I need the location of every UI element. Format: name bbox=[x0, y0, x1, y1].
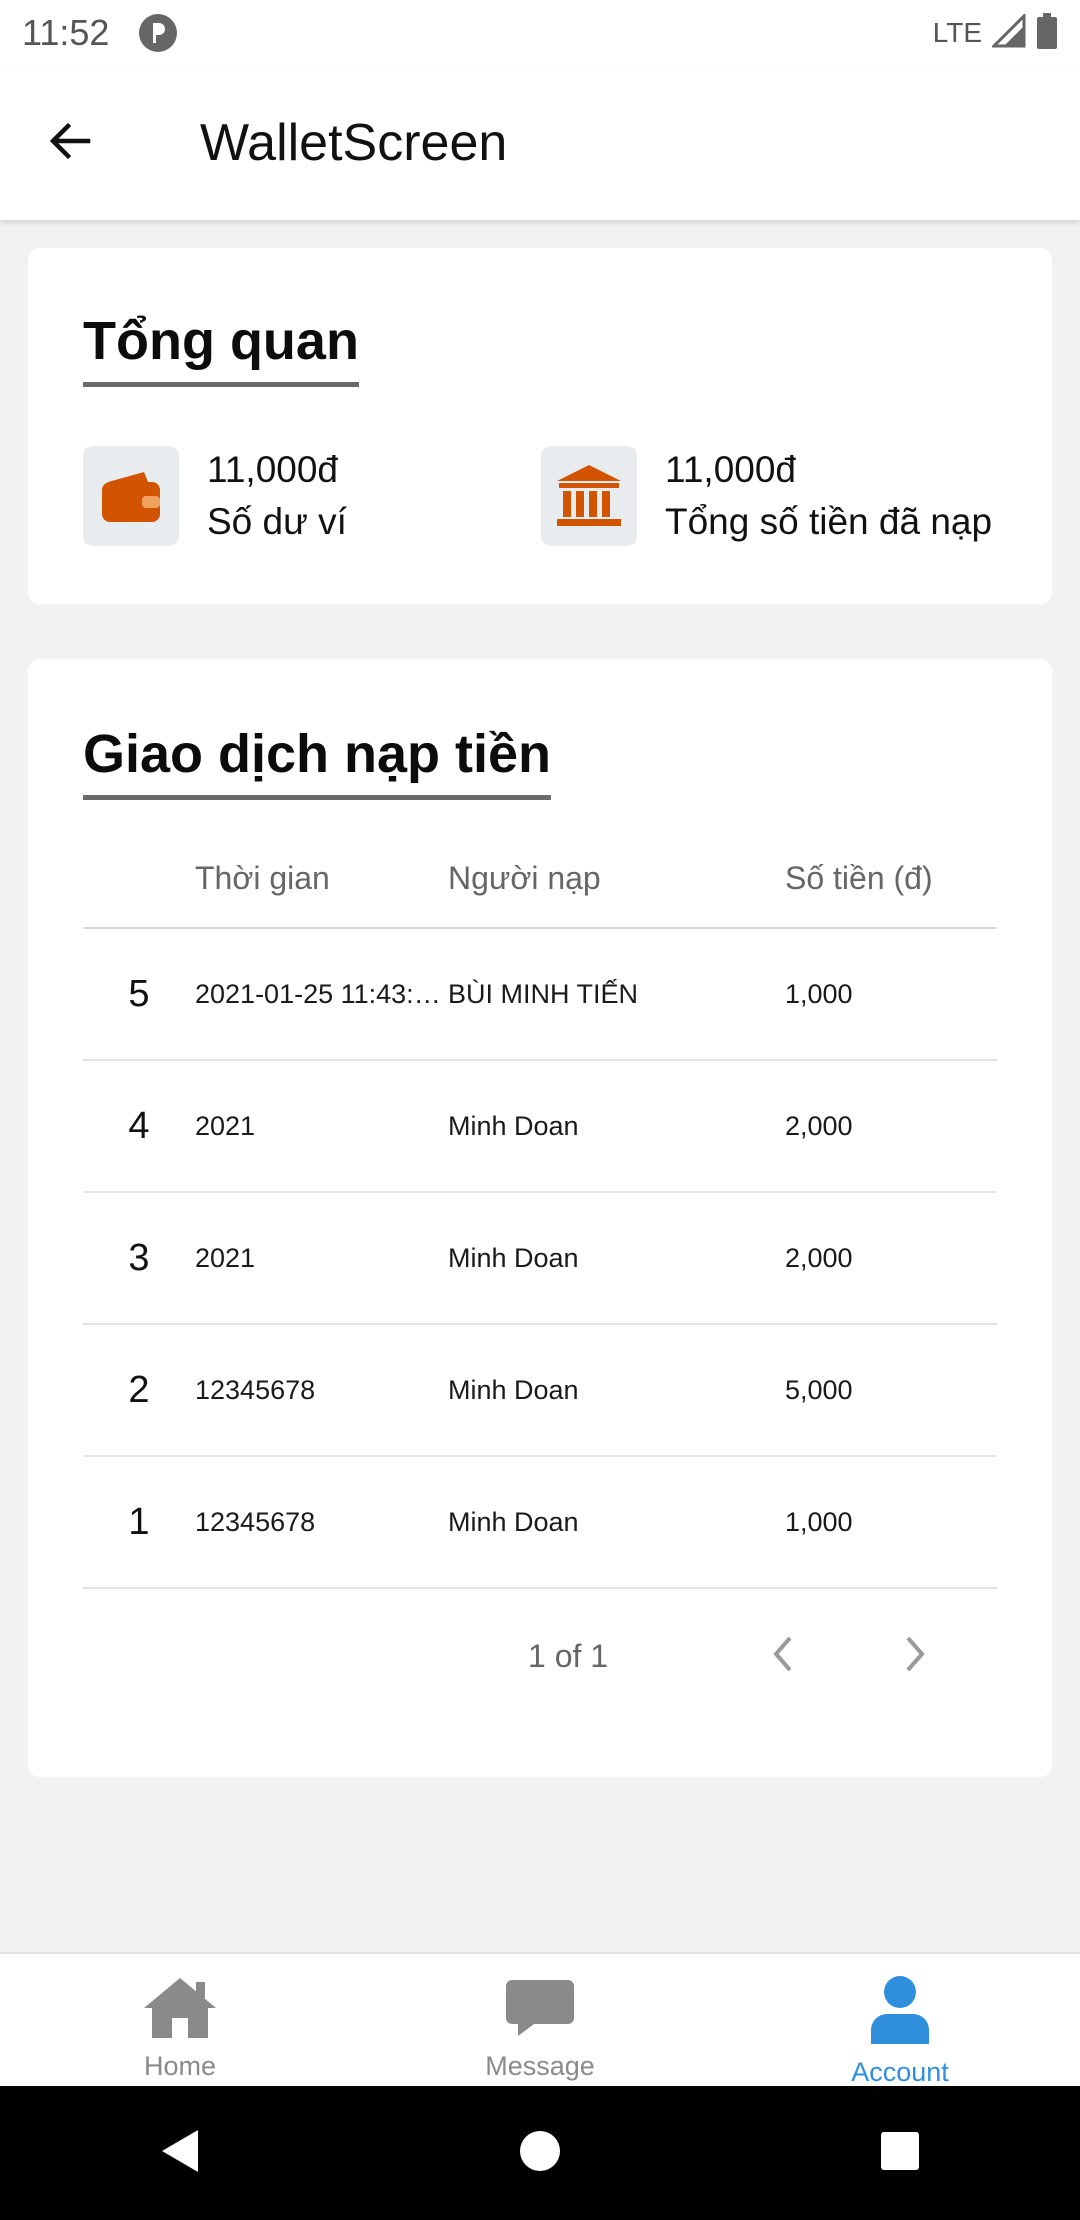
chevron-right-icon bbox=[900, 1634, 930, 1679]
app-bar: WalletScreen bbox=[0, 66, 1080, 220]
table-row[interactable]: 4 2021 Minh Doan 2,000 bbox=[83, 1061, 997, 1193]
system-back-button[interactable] bbox=[120, 2093, 240, 2213]
row-user: Minh Doan bbox=[448, 1506, 579, 1537]
status-bar: 11:52 LTE bbox=[0, 0, 1080, 66]
battery-icon bbox=[1036, 12, 1058, 54]
row-index: 1 bbox=[128, 1500, 150, 1543]
message-icon bbox=[504, 1974, 576, 2045]
row-time: 2021 bbox=[195, 1110, 256, 1141]
circle-home-icon bbox=[518, 2129, 562, 2178]
nav-account-label: Account bbox=[851, 2057, 949, 2087]
row-time: 2021 bbox=[195, 1242, 256, 1273]
row-amount: 2,000 bbox=[785, 1242, 853, 1273]
wallet-balance-stat: 11,000đ Số dư ví bbox=[83, 444, 347, 548]
total-deposit-stat: 11,000đ Tổng số tiền đã nạp bbox=[541, 444, 992, 548]
app-notification-icon bbox=[139, 14, 178, 52]
nav-home[interactable]: Home bbox=[0, 1954, 360, 2086]
system-nav-bar bbox=[0, 2086, 1080, 2220]
table-row[interactable]: 3 2021 Minh Doan 2,000 bbox=[83, 1193, 997, 1325]
home-icon bbox=[140, 1974, 220, 2045]
nav-message[interactable]: Message bbox=[360, 1954, 720, 2086]
row-user: BÙI MINH TIẾN bbox=[448, 978, 639, 1009]
square-recents-icon bbox=[879, 2130, 921, 2177]
total-deposit-label: Tổng số tiền đã nạp bbox=[665, 501, 993, 542]
row-index: 2 bbox=[128, 1368, 150, 1411]
row-amount: 2,000 bbox=[785, 1110, 853, 1141]
chevron-left-icon bbox=[768, 1634, 798, 1679]
row-time: 2021-01-25 11:43:00 bbox=[195, 978, 444, 1009]
triangle-back-icon bbox=[158, 2126, 202, 2181]
wallet-balance-value: 11,000đ bbox=[207, 449, 338, 490]
header-time: Thời gian bbox=[195, 859, 330, 896]
row-index: 3 bbox=[128, 1236, 150, 1279]
network-type: LTE bbox=[932, 17, 982, 48]
previous-page-button[interactable] bbox=[753, 1626, 813, 1686]
wallet-icon bbox=[83, 446, 179, 546]
bottom-nav: Home Message Account bbox=[0, 1952, 1080, 2087]
total-deposit-value: 11,000đ bbox=[665, 449, 796, 490]
transactions-card: Giao dịch nạp tiền Thời gian Người nạp S… bbox=[28, 659, 1052, 1777]
row-amount: 1,000 bbox=[785, 1506, 853, 1537]
overview-title: Tổng quan bbox=[83, 310, 359, 387]
bank-icon bbox=[541, 446, 637, 546]
wallet-balance-label: Số dư ví bbox=[207, 501, 347, 542]
status-right: LTE bbox=[932, 11, 1058, 54]
back-button[interactable] bbox=[0, 66, 140, 220]
row-user: Minh Doan bbox=[448, 1242, 579, 1273]
nav-account[interactable]: Account bbox=[720, 1954, 1080, 2087]
status-time: 11:52 bbox=[22, 12, 110, 53]
account-icon bbox=[867, 1974, 933, 2051]
table-row[interactable]: 2 12345678 Minh Doan 5,000 bbox=[83, 1325, 997, 1457]
transactions-table: Thời gian Người nạp Số tiền (đ) 5 2021-0… bbox=[83, 829, 997, 1723]
table-header: Thời gian Người nạp Số tiền (đ) bbox=[83, 829, 997, 929]
signal-icon bbox=[990, 11, 1026, 53]
pagination-text: 1 of 1 bbox=[528, 1637, 609, 1674]
page-title: WalletScreen bbox=[200, 114, 508, 172]
row-time: 12345678 bbox=[195, 1374, 316, 1405]
row-user: Minh Doan bbox=[448, 1110, 579, 1141]
row-time: 12345678 bbox=[195, 1506, 316, 1537]
row-index: 5 bbox=[128, 972, 150, 1015]
table-row[interactable]: 5 2021-01-25 11:43:00 BÙI MINH TIẾN 1,00… bbox=[83, 929, 997, 1061]
row-amount: 5,000 bbox=[785, 1374, 853, 1405]
row-user: Minh Doan bbox=[448, 1374, 579, 1405]
arrow-left-icon bbox=[46, 117, 94, 170]
pagination: 1 of 1 bbox=[83, 1589, 997, 1723]
nav-home-label: Home bbox=[143, 2051, 217, 2081]
table-row[interactable]: 1 12345678 Minh Doan 1,000 bbox=[83, 1457, 997, 1589]
next-page-button[interactable] bbox=[885, 1626, 945, 1686]
overview-card: Tổng quan 11,000đ Số dư ví 11,000đ Tổng … bbox=[28, 248, 1052, 604]
nav-message-label: Message bbox=[485, 2051, 595, 2081]
system-home-button[interactable] bbox=[480, 2093, 600, 2213]
transactions-title: Giao dịch nạp tiền bbox=[83, 723, 552, 800]
system-recents-button[interactable] bbox=[840, 2093, 960, 2213]
header-amount: Số tiền (đ) bbox=[785, 859, 933, 896]
row-index: 4 bbox=[128, 1104, 150, 1147]
row-amount: 1,000 bbox=[785, 978, 853, 1009]
header-user: Người nạp bbox=[448, 859, 601, 896]
